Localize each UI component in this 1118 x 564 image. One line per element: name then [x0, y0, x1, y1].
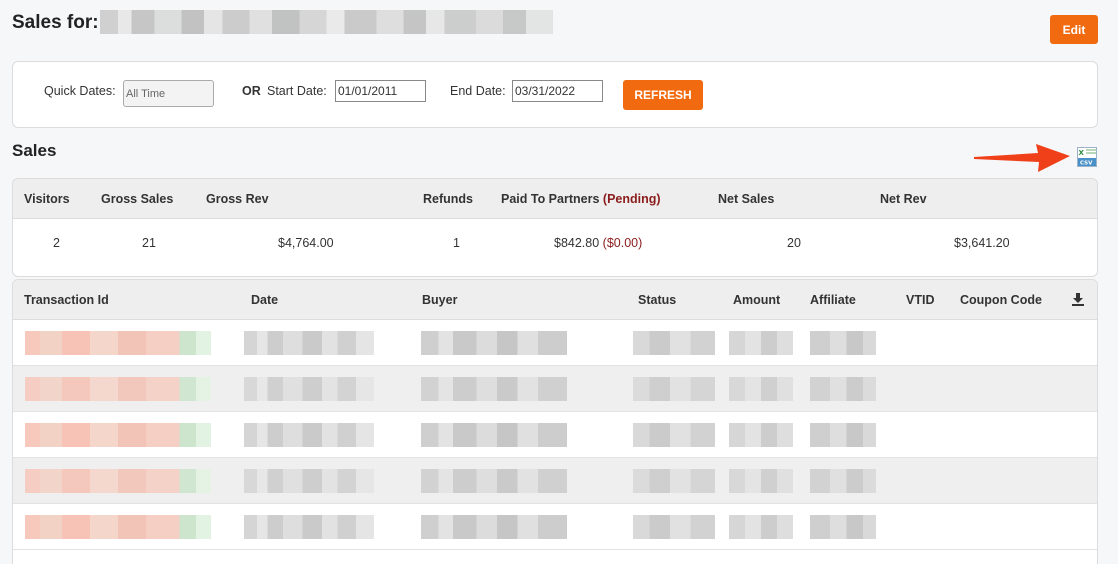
redacted-amount: [729, 515, 793, 539]
download-icon[interactable]: [1071, 292, 1085, 306]
redacted-affiliate: [810, 423, 876, 447]
redacted-transaction-id: [25, 377, 211, 401]
col-visitors: Visitors: [24, 192, 70, 206]
pending-label: (Pending): [602, 192, 661, 206]
col-status[interactable]: Status: [638, 293, 676, 307]
sales-summary-table: Visitors Gross Sales Gross Rev Refunds P…: [12, 178, 1098, 277]
redacted-status: [633, 469, 715, 493]
sales-section-title: Sales: [12, 141, 57, 160]
redacted-transaction-id: [25, 423, 211, 447]
page-title: Sales for:: [12, 12, 99, 33]
redacted-affiliate: [810, 515, 876, 539]
col-net-rev: Net Rev: [880, 192, 927, 206]
redacted-affiliate: [810, 331, 876, 355]
redacted-transaction-id: [25, 515, 211, 539]
start-date-input[interactable]: [335, 80, 426, 102]
start-date-label: Start Date:: [267, 84, 327, 98]
table-row[interactable]: [13, 458, 1097, 504]
redacted-status: [633, 331, 715, 355]
col-vtid[interactable]: VTID: [906, 293, 934, 307]
end-date-label: End Date:: [450, 84, 506, 98]
transactions-table: Transaction Id Date Buyer Status Amount …: [12, 279, 1098, 564]
net-sales-value: 20: [787, 236, 801, 250]
quick-dates-label: Quick Dates:: [44, 84, 116, 98]
redacted-status: [633, 423, 715, 447]
refresh-button[interactable]: REFRESH: [623, 80, 703, 110]
redacted-buyer: [421, 423, 567, 447]
refunds-value: 1: [453, 236, 460, 250]
redacted-buyer: [421, 469, 567, 493]
red-arrow-icon: [974, 144, 1070, 172]
pending-value: ($0.00): [602, 236, 643, 250]
redacted-buyer: [421, 377, 567, 401]
redacted-amount: [729, 423, 793, 447]
redacted-date: [244, 423, 374, 447]
svg-text:X: X: [1079, 149, 1085, 157]
redacted-date: [244, 469, 374, 493]
excel-csv-icon[interactable]: X CSV: [1077, 147, 1097, 167]
edit-button[interactable]: Edit: [1050, 15, 1098, 44]
col-transaction-id[interactable]: Transaction Id: [24, 293, 109, 307]
col-refunds: Refunds: [423, 192, 473, 206]
svg-text:CSV: CSV: [1080, 161, 1093, 167]
col-buyer[interactable]: Buyer: [422, 293, 457, 307]
redacted-buyer: [421, 331, 567, 355]
table-row[interactable]: [13, 504, 1097, 550]
redacted-amount: [729, 331, 793, 355]
redacted-transaction-id: [25, 469, 211, 493]
gross-rev-value: $4,764.00: [278, 236, 334, 250]
redacted-affiliate: [810, 469, 876, 493]
table-row[interactable]: [13, 366, 1097, 412]
col-amount[interactable]: Amount: [733, 293, 780, 307]
table-row[interactable]: [13, 412, 1097, 458]
redacted-merchant-name: [100, 10, 553, 34]
redacted-date: [244, 515, 374, 539]
redacted-affiliate: [810, 377, 876, 401]
redacted-status: [633, 515, 715, 539]
col-paid-to-partners: Paid To Partners (Pending): [501, 192, 661, 206]
end-date-input[interactable]: [512, 80, 603, 102]
redacted-date: [244, 331, 374, 355]
redacted-buyer: [421, 515, 567, 539]
summary-header-row: Visitors Gross Sales Gross Rev Refunds P…: [13, 179, 1097, 219]
gross-sales-value: 21: [142, 236, 156, 250]
or-label: OR: [242, 84, 261, 98]
visitors-value: 2: [53, 236, 60, 250]
transactions-header-row: Transaction Id Date Buyer Status Amount …: [13, 280, 1097, 320]
col-affiliate[interactable]: Affiliate: [810, 293, 856, 307]
net-rev-value: $3,641.20: [954, 236, 1010, 250]
date-filter-panel: Quick Dates: OR Start Date: End Date: RE…: [12, 61, 1098, 128]
col-net-sales: Net Sales: [718, 192, 775, 206]
redacted-amount: [729, 377, 793, 401]
redacted-amount: [729, 469, 793, 493]
col-gross-rev: Gross Rev: [206, 192, 269, 206]
table-row[interactable]: [13, 320, 1097, 366]
redacted-status: [633, 377, 715, 401]
col-gross-sales: Gross Sales: [101, 192, 174, 206]
col-coupon-code[interactable]: Coupon Code: [960, 293, 1042, 307]
quick-dates-select[interactable]: [123, 80, 214, 107]
col-date[interactable]: Date: [251, 293, 278, 307]
redacted-date: [244, 377, 374, 401]
redacted-transaction-id: [25, 331, 211, 355]
paid-to-partners-value: $842.80 ($0.00): [554, 236, 643, 250]
